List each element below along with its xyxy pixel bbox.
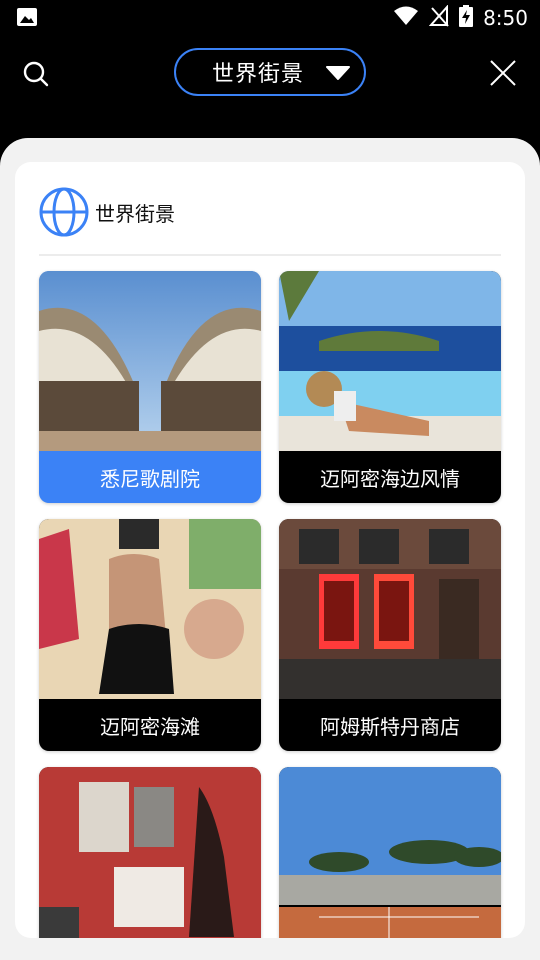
category-dropdown[interactable]: 世界街景 (174, 48, 366, 96)
sydney-opera-house-photo (39, 271, 261, 451)
section-title: 世界街景 (95, 201, 175, 226)
tennis-stadium-photo (279, 767, 501, 938)
gallery-notification-icon (16, 7, 38, 31)
divider (39, 254, 501, 256)
scene-tile-label: 阿姆斯特丹商店 (320, 714, 460, 739)
street-view-card: 世界街景 悉尼歌剧院 迈阿密海边风情 迈阿密海滩 阿姆斯特丹商店 (15, 162, 525, 938)
battery-charging-icon (459, 5, 474, 31)
scene-tile-sydney-opera-house[interactable]: 悉尼歌剧院 (39, 271, 261, 503)
search-icon (23, 61, 49, 87)
miami-seaside-photo (279, 271, 501, 451)
miami-beach-photo (39, 519, 261, 699)
section-header: 世界街景 (39, 186, 175, 238)
search-button[interactable] (20, 58, 52, 90)
clock: 8:50 (483, 6, 528, 30)
close-button[interactable] (488, 58, 518, 88)
wifi-icon (393, 6, 419, 30)
status-bar: 8:50 (0, 0, 540, 36)
scene-tile-amsterdam-shop[interactable]: 阿姆斯特丹商店 (279, 519, 501, 751)
scene-tile[interactable] (39, 767, 261, 938)
amsterdam-shop-photo (279, 519, 501, 699)
scene-tile-label: 迈阿密海边风情 (320, 466, 460, 491)
gallery-interior-photo (39, 767, 261, 938)
content-sheet: 世界街景 悉尼歌剧院 迈阿密海边风情 迈阿密海滩 阿姆斯特丹商店 (0, 138, 540, 960)
caret-down-icon (326, 66, 350, 80)
scene-tile-label: 迈阿密海滩 (100, 714, 200, 739)
no-signal-icon (428, 4, 449, 31)
scene-tile[interactable] (279, 767, 501, 938)
scene-tile-label: 悉尼歌剧院 (100, 466, 200, 491)
globe-icon (39, 187, 89, 237)
close-icon (490, 60, 516, 86)
top-bar: 世界街景 (0, 36, 540, 112)
category-dropdown-label: 世界街景 (212, 62, 305, 87)
scene-tile-miami-beach[interactable]: 迈阿密海滩 (39, 519, 261, 751)
scene-tile-miami-seaside[interactable]: 迈阿密海边风情 (279, 271, 501, 503)
